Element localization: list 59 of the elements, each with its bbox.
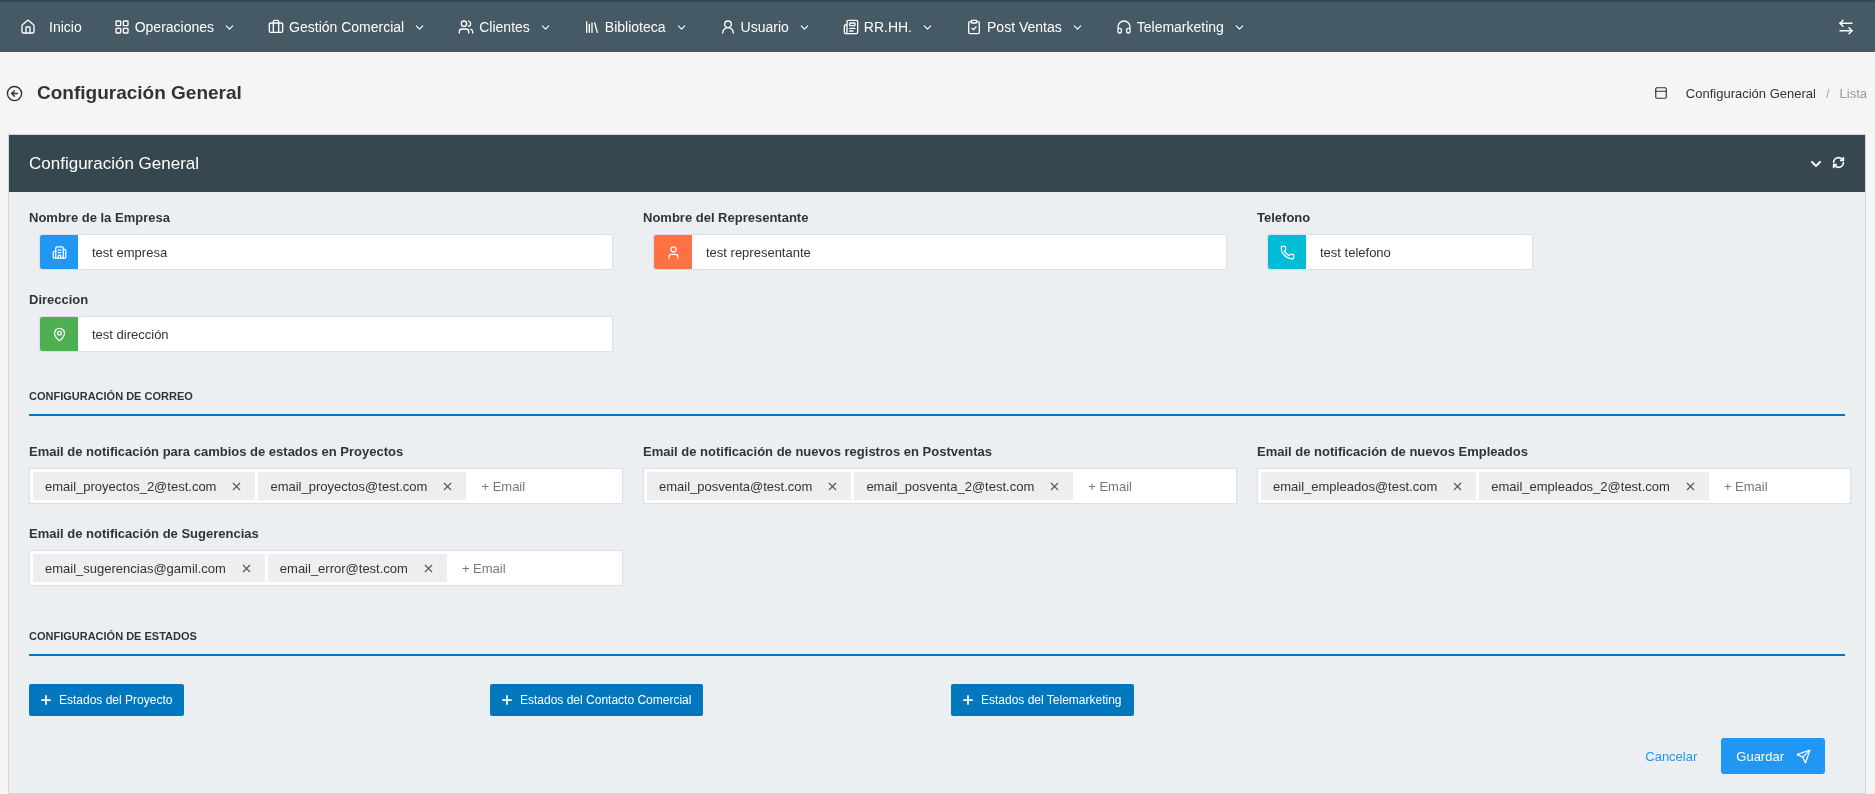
email-input[interactable]: + Email [469, 478, 619, 494]
breadcrumb-separator: / [1825, 85, 1830, 101]
breadcrumb-link[interactable]: Configuración General [1685, 85, 1816, 101]
page-title: Configuración General [37, 82, 242, 104]
window-icon [1653, 86, 1668, 100]
plus-icon [961, 693, 975, 707]
nav-menu-item[interactable]: Operaciones [113, 19, 237, 35]
nav-menu-item[interactable]: Clientes [458, 19, 552, 35]
briefcase-icon [268, 19, 285, 35]
newspaper-icon [842, 19, 859, 35]
email-input[interactable]: + Email [449, 560, 619, 576]
email-tags-field[interactable]: email_proyectos_2@test.com email_proyectos@test.com + Email [29, 468, 623, 504]
headset-icon [1115, 19, 1132, 35]
books-icon [583, 19, 600, 35]
nav-menu-item[interactable]: RR.HH. [842, 19, 934, 35]
input-group[interactable]: test telefono [1267, 234, 1533, 270]
field-label: Email de notificación de nuevos registros en Postventas [643, 444, 993, 459]
swap-arrows-icon[interactable] [1837, 18, 1855, 36]
email-input[interactable]: + Email [1711, 478, 1847, 494]
email-tags-field[interactable]: email_empleados@test.com email_empleados_2@test.com + Email [1257, 468, 1851, 504]
field-label: Email de notificación de nuevos Empleados [1257, 444, 1529, 459]
paper-plane-icon [1796, 748, 1811, 764]
field-label: Email de notificación de Sugerencias [29, 526, 260, 541]
section-heading: CONFIGURACIÓN DE CORREO [29, 352, 1845, 416]
nav-menu-item[interactable]: Inicio [20, 19, 82, 35]
field-label: Nombre de la Empresa [29, 210, 171, 225]
email-tag: email_empleados@test.com [1261, 472, 1477, 500]
add-states-button[interactable]: Estados del Proyecto [29, 684, 185, 716]
email-tag: email_proyectos_2@test.com [33, 472, 256, 500]
nav-menu-item[interactable]: Biblioteca [583, 19, 688, 35]
email-tags-field[interactable]: email_posventa@test.com email_posventa_2@test.com + Email [643, 468, 1237, 504]
email-input[interactable]: + Email [1076, 478, 1233, 494]
email-tags-field[interactable]: email_sugerencias@gamil.com email_error@test.com + Email [29, 550, 623, 586]
grid-icon [113, 19, 130, 35]
plus-icon [39, 693, 53, 707]
field-label: Nombre del Representante [643, 210, 810, 225]
plus-icon [500, 693, 514, 707]
text-input-field[interactable]: test telefono [1306, 235, 1532, 269]
field-label: Direccion [29, 292, 90, 307]
add-states-button[interactable]: Estados del Contacto Comercial [490, 684, 704, 716]
field-label: Email de notificación para cambios de estados en Proyectos [29, 444, 405, 459]
email-tag: email_posventa@test.com [647, 472, 852, 500]
email-tag: email_error@test.com [267, 554, 447, 582]
user-icon [719, 19, 736, 35]
email-tag: email_sugerencias@gamil.com [33, 554, 265, 582]
nav-menu-item[interactable]: Gestión Comercial [268, 19, 427, 35]
add-states-button[interactable]: Estados del Telemarketing [951, 684, 1134, 716]
home-icon [20, 19, 36, 35]
nav-menu-item[interactable]: Usuario [719, 19, 811, 35]
nav-menu-item[interactable]: Telemarketing [1115, 19, 1246, 35]
card-title: Configuración General [29, 153, 200, 174]
email-tag: email_proyectos@test.com [258, 472, 467, 500]
field-label: Telefono [1257, 210, 1312, 225]
email-tag: email_posventa_2@test.com [854, 472, 1074, 500]
nav-menu-item[interactable]: Post Ventas [966, 19, 1084, 35]
users-icon [458, 19, 475, 35]
section-heading: CONFIGURACIÓN DE ESTADOS [29, 586, 1845, 656]
email-tag: email_empleados_2@test.com [1479, 472, 1709, 500]
clipboard-check-icon [966, 19, 982, 35]
